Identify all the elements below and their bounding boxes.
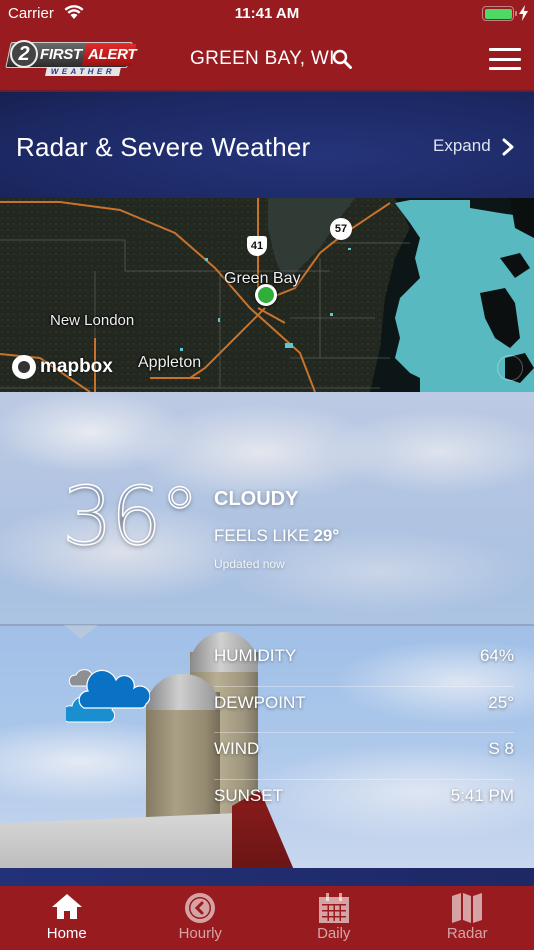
feels-like-value: 29° xyxy=(313,526,340,545)
expand-button[interactable]: Expand xyxy=(433,136,491,156)
stat-row-wind: WIND S 8 xyxy=(214,733,514,780)
tab-label: Hourly xyxy=(178,925,222,942)
logo-weather-text: WEATHER xyxy=(45,67,121,76)
stat-label: SUNSET xyxy=(214,785,283,805)
mapbox-attribution[interactable]: mapbox xyxy=(12,355,113,379)
radar-section-title: Radar & Severe Weather xyxy=(16,132,311,162)
map-info-icon[interactable] xyxy=(497,355,523,381)
mapbox-logo-icon xyxy=(12,355,36,379)
stat-row-dewpoint: DEWPOINT 25° xyxy=(214,687,514,733)
tab-daily[interactable]: Daily xyxy=(267,886,401,950)
calendar-icon xyxy=(318,893,349,923)
map-label-appleton: Appleton xyxy=(138,354,202,371)
logo-alert-text: ALERT xyxy=(88,46,137,63)
map-icon xyxy=(452,893,483,923)
tab-label: Radar xyxy=(446,925,488,942)
stat-label: HUMIDITY xyxy=(214,646,297,665)
mapbox-text: mapbox xyxy=(40,356,113,377)
status-bar: Carrier 11:41 AM xyxy=(0,0,534,28)
battery-icon xyxy=(482,6,514,21)
menu-icon[interactable] xyxy=(489,48,521,70)
condition-text: CLOUDY xyxy=(214,488,299,510)
tab-bar: Home Hourly Daily Radar xyxy=(0,886,534,950)
stat-value: 25° xyxy=(488,692,514,712)
updated-timestamp: Updated now xyxy=(214,557,285,571)
map-label-new-london: New London xyxy=(50,312,135,329)
stat-value: S 8 xyxy=(488,739,514,758)
charging-bolt-icon xyxy=(519,5,528,21)
logo-first-text: FIRST xyxy=(40,46,82,63)
location-selector[interactable]: GREEN BAY, WI xyxy=(190,48,335,70)
current-temperature: 36° xyxy=(61,469,200,564)
stat-value: 64% xyxy=(479,646,514,665)
home-icon xyxy=(51,894,82,919)
tab-home[interactable]: Home xyxy=(0,886,134,950)
tab-radar[interactable]: Radar xyxy=(401,886,534,950)
tab-label: Daily xyxy=(317,925,351,942)
feels-like: FEELS LIKE 29° xyxy=(214,526,339,546)
tab-label: Home xyxy=(46,925,87,942)
stat-value: 5:41 PM xyxy=(450,785,514,805)
route-shield-57: 57 xyxy=(330,218,352,240)
tab-hourly[interactable]: Hourly xyxy=(134,886,268,950)
current-conditions: 36° CLOUDY FEELS LIKE 29° Updated now HUM… xyxy=(0,392,534,868)
stat-row-sunset: SUNSET 5:41 PM xyxy=(214,780,514,827)
next-section-header xyxy=(0,868,534,888)
logo-channel-number: 2 xyxy=(10,40,38,68)
panel-pointer xyxy=(64,625,98,639)
cloudy-icon xyxy=(66,669,150,723)
stat-row-humidity: HUMIDITY 64% xyxy=(214,640,514,687)
clock: 11:41 AM xyxy=(234,5,300,22)
radar-map[interactable]: 41 57 Green Bay New London Appleton mapb… xyxy=(0,198,534,392)
clock-icon xyxy=(185,893,216,923)
stats-list: HUMIDITY 64% DEWPOINT 25° WIND S 8 SUNSE… xyxy=(214,640,514,826)
stat-label: WIND xyxy=(214,739,260,758)
feels-like-label: FEELS LIKE xyxy=(214,526,310,545)
route-shield-41: 41 xyxy=(247,236,267,256)
app-header: 2 FIRST ALERT WEATHER GREEN BAY, WI xyxy=(0,28,534,90)
search-icon[interactable] xyxy=(332,49,352,69)
chevron-right-icon[interactable] xyxy=(501,137,515,157)
radar-section-header[interactable]: Radar & Severe Weather Expand xyxy=(0,90,534,198)
stat-label: DEWPOINT xyxy=(214,692,306,712)
first-alert-logo[interactable]: 2 FIRST ALERT WEATHER xyxy=(5,40,137,76)
current-location-pin xyxy=(255,284,277,306)
battery-tip xyxy=(515,11,517,16)
